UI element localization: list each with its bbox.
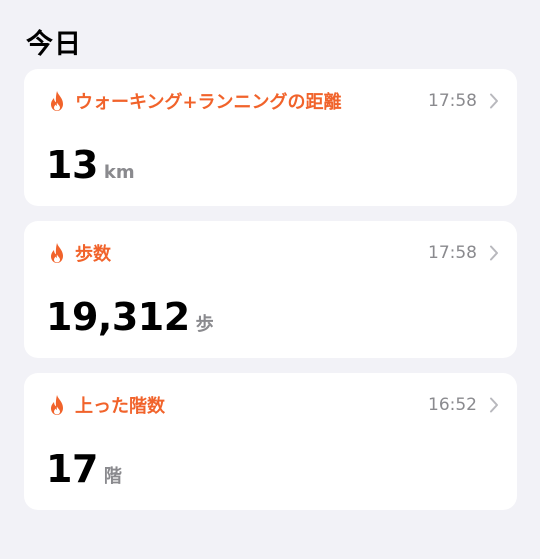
card-timestamp: 16:52 (428, 395, 477, 415)
flame-icon (48, 242, 66, 264)
value-row: 13 km (46, 143, 135, 187)
card-walking-running-distance[interactable]: ウォーキング+ランニングの距離 17:58 13 km (24, 69, 517, 206)
value-row: 17 階 (46, 447, 122, 491)
metric-unit: 歩 (195, 314, 214, 335)
flame-icon (48, 90, 66, 112)
card-header: 歩数 17:58 (48, 239, 499, 267)
card-timestamp: 17:58 (428, 243, 477, 263)
card-label: ウォーキング+ランニングの距離 (75, 92, 342, 113)
metric-value: 19,312 (46, 295, 190, 339)
metric-value: 17 (46, 447, 98, 491)
flame-icon (48, 394, 66, 416)
metric-unit: 階 (103, 466, 122, 487)
card-flights-climbed[interactable]: 上った階数 16:52 17 階 (24, 373, 517, 510)
card-timestamp: 17:58 (428, 91, 477, 111)
card-header: ウォーキング+ランニングの距離 17:58 (48, 87, 499, 115)
chevron-right-icon (489, 397, 499, 413)
chevron-right-icon (489, 245, 499, 261)
card-steps[interactable]: 歩数 17:58 19,312 歩 (24, 221, 517, 358)
value-row: 19,312 歩 (46, 295, 214, 339)
card-header: 上った階数 16:52 (48, 391, 499, 419)
card-label: 歩数 (75, 244, 111, 265)
metric-unit: km (103, 162, 135, 183)
card-label: 上った階数 (75, 396, 165, 417)
chevron-right-icon (489, 93, 499, 109)
section-title-today: 今日 (26, 29, 82, 60)
metric-value: 13 (46, 143, 98, 187)
